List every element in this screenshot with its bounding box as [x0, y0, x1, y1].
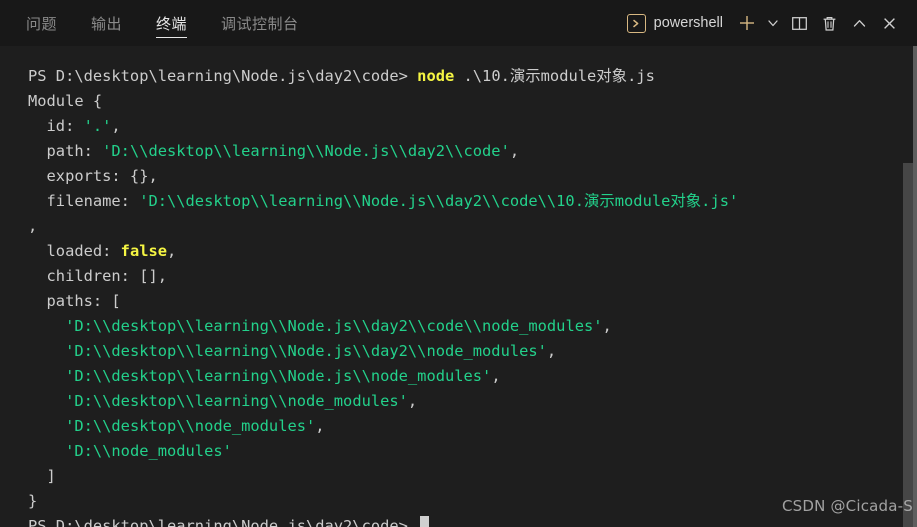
terminal-text: node: [417, 67, 455, 85]
terminal-line: loaded: false,: [28, 239, 917, 264]
active-terminal-selector[interactable]: powershell: [626, 13, 723, 33]
panel-actions: powershell: [626, 0, 917, 46]
terminal-scrollbar-edge: [913, 46, 917, 527]
close-panel-button[interactable]: [875, 9, 903, 37]
csdn-watermark: CSDN @Cicada-S: [781, 497, 913, 515]
tab-output[interactable]: 输出: [91, 0, 122, 46]
terminal-line: paths: [: [28, 289, 917, 314]
terminal-text: paths: [: [28, 292, 121, 310]
terminal-line: 'D:\\desktop\\node_modules',: [28, 414, 917, 439]
terminal-text: 'D:\\desktop\\learning\\Node.js\\day2\\c…: [139, 192, 584, 210]
terminal-line: ,: [28, 214, 917, 239]
terminal-text: 对象: [596, 67, 628, 85]
terminal-text: PS D:\desktop\learning\Node.js\day2\code…: [28, 517, 418, 527]
terminal-text: ,: [407, 392, 418, 410]
terminal-line: 'D:\\desktop\\learning\\Node.js\\day2\\c…: [28, 314, 917, 339]
terminal-line: id: '.',: [28, 114, 917, 139]
terminal-text: path:: [28, 142, 103, 160]
terminal-line: Module {: [28, 89, 917, 114]
terminal-text: module: [614, 192, 671, 210]
terminal-text: ,: [509, 142, 520, 160]
terminal-line: children: [],: [28, 264, 917, 289]
chevron-down-icon: [768, 20, 778, 27]
terminal-text: 'D:\\desktop\\learning\\Node.js\\day2\\c…: [102, 142, 510, 160]
terminal-text: loaded:: [28, 242, 121, 260]
terminal-line: PS D:\desktop\learning\Node.js\day2\code…: [28, 64, 917, 89]
terminal-line: path: 'D:\\desktop\\learning\\Node.js\\d…: [28, 139, 917, 164]
terminal-text: .js: [627, 67, 655, 85]
vscode-panel: 问题 输出 终端 调试控制台 powershell PS D:\desktop\…: [0, 0, 917, 527]
terminal-text: ,: [602, 317, 612, 335]
terminal-text: '.': [83, 117, 112, 135]
terminal-text: 'D:\\desktop\\learning\\node_modules': [65, 392, 408, 410]
split-terminal-button[interactable]: [785, 9, 813, 37]
terminal-line: exports: {},: [28, 164, 917, 189]
terminal-text: .js': [701, 192, 739, 210]
terminal-text: ,: [491, 367, 501, 385]
terminal-line: ]: [28, 464, 917, 489]
terminal-text: children: [],: [28, 267, 167, 285]
terminal-text: ,: [28, 217, 38, 235]
new-terminal-dropdown-button[interactable]: [763, 9, 783, 37]
terminal-text: module: [540, 67, 597, 85]
terminal-cursor: [420, 516, 430, 527]
terminal-line: filename: 'D:\\desktop\\learning\\Node.j…: [28, 189, 917, 214]
terminal-text: Module {: [28, 92, 103, 110]
terminal-text: .\10.: [454, 67, 510, 85]
terminal-shell-label: powershell: [653, 15, 723, 31]
tab-terminal[interactable]: 终端: [156, 0, 188, 46]
split-editor-icon: [791, 16, 807, 30]
terminal-text: ,: [167, 242, 177, 260]
terminal-output: PS D:\desktop\learning\Node.js\day2\code…: [28, 64, 917, 527]
terminal-text: 'D:\\desktop\\learning\\Node.js\\node_mo…: [65, 367, 492, 385]
terminal-icon: [626, 13, 646, 33]
panel-header: 问题 输出 终端 调试控制台 powershell: [0, 0, 917, 46]
terminal-line: PS D:\desktop\learning\Node.js\day2\code…: [28, 514, 917, 527]
terminal-text: 'D:\\desktop\\learning\\Node.js\\day2\\n…: [65, 342, 547, 360]
terminal-line: 'D:\\node_modules': [28, 439, 917, 464]
terminal-text: 'D:\\desktop\\learning\\Node.js\\day2\\c…: [65, 317, 603, 335]
panel-tab-list: 问题 输出 终端 调试控制台: [0, 0, 333, 46]
terminal-text: 'D:\\node_modules': [65, 442, 232, 460]
kill-terminal-button[interactable]: [815, 9, 843, 37]
chevron-up-icon: [853, 19, 865, 27]
terminal-body[interactable]: PS D:\desktop\learning\Node.js\day2\code…: [0, 46, 917, 527]
terminal-text: 演示: [509, 67, 541, 85]
terminal-text: ,: [315, 417, 325, 435]
tab-problems[interactable]: 问题: [26, 0, 57, 46]
plus-icon: [740, 16, 754, 30]
terminal-text: ]: [28, 467, 56, 485]
terminal-text: false: [120, 242, 168, 260]
terminal-text: 'D:\\desktop\\node_modules': [65, 417, 316, 435]
terminal-text: ,: [111, 117, 121, 135]
terminal-text: 演示: [583, 192, 615, 210]
terminal-line: 'D:\\desktop\\learning\\node_modules',: [28, 389, 917, 414]
terminal-text: ,: [546, 342, 557, 360]
collapse-panel-button[interactable]: [845, 9, 873, 37]
terminal-text: 对象: [670, 192, 702, 210]
new-terminal-button[interactable]: [733, 9, 761, 37]
terminal-text: id:: [28, 117, 84, 135]
close-icon: [883, 17, 895, 29]
terminal-text: exports: {},: [28, 167, 158, 185]
terminal-line: 'D:\\desktop\\learning\\Node.js\\day2\\n…: [28, 339, 917, 364]
terminal-text: PS D:\desktop\learning\Node.js\day2\code…: [28, 67, 418, 85]
terminal-text: }: [28, 492, 38, 510]
terminal-line: 'D:\\desktop\\learning\\Node.js\\node_mo…: [28, 364, 917, 389]
tab-debug-console[interactable]: 调试控制台: [221, 0, 299, 46]
trash-icon: [823, 16, 835, 31]
terminal-text: filename:: [28, 192, 140, 210]
